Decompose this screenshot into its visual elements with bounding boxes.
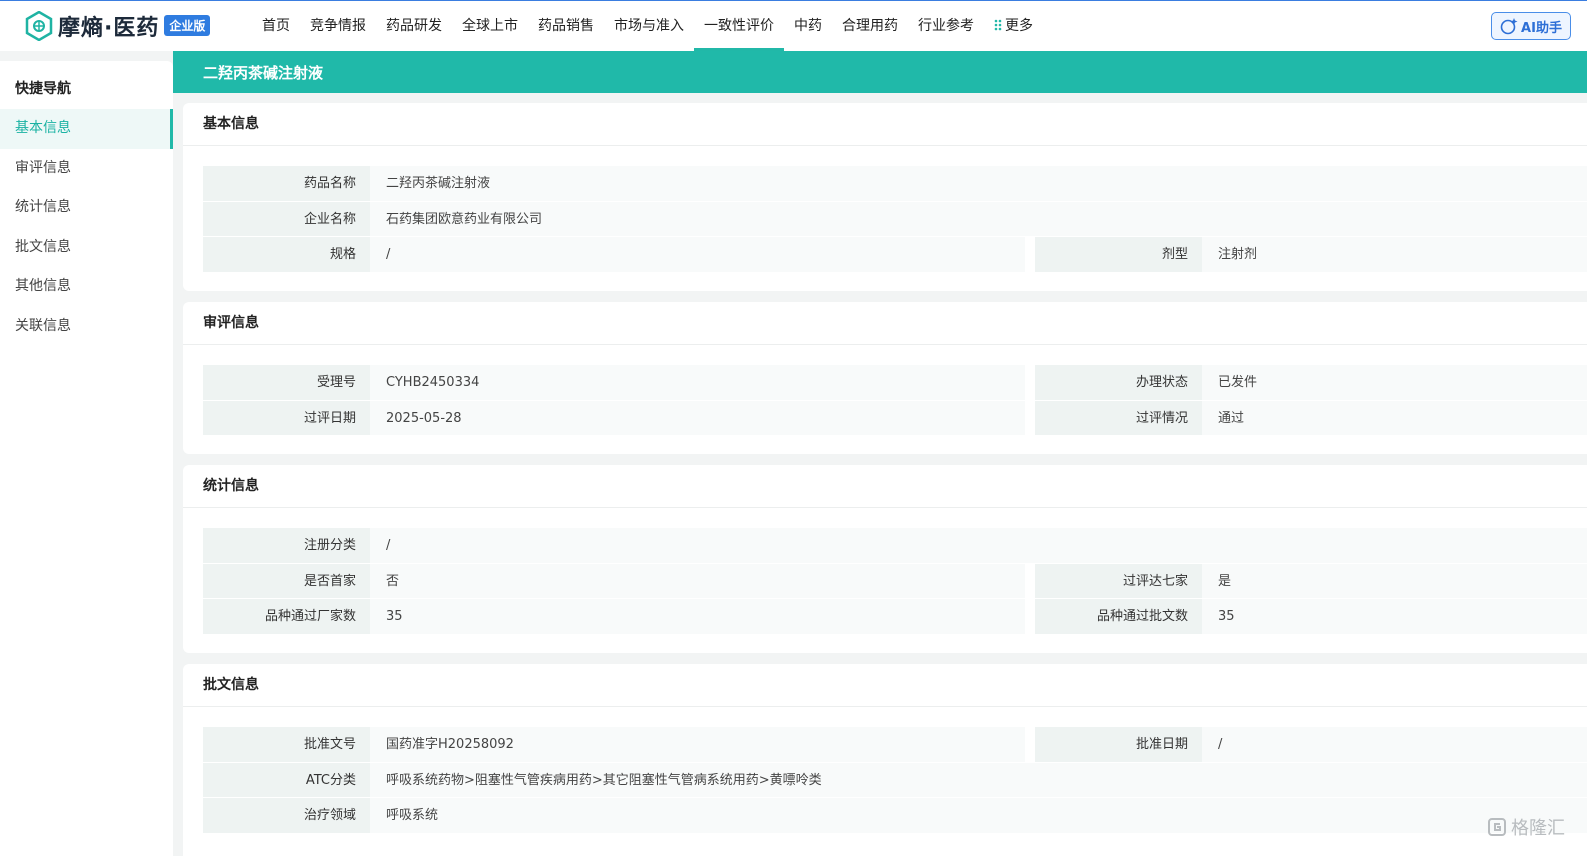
is-first-value: 否 — [370, 563, 1025, 599]
nav-item-market-access[interactable]: 市场与准入 — [604, 1, 694, 51]
sidebar-title: 快捷导航 — [15, 81, 71, 97]
edition-badge: 企业版 — [164, 14, 211, 36]
section-title: 批文信息 — [183, 664, 1587, 707]
review-date-value: 2025-05-28 — [370, 400, 1025, 436]
seven-makers-value: 是 — [1202, 563, 1587, 599]
nav-more-label: 更多 — [1005, 18, 1033, 34]
table-row: 规格 / 剂型 注射剂 — [203, 237, 1587, 273]
sidebar-item-other-info[interactable]: 其他信息 — [0, 267, 173, 307]
nav-item-consistency-evaluation[interactable]: 一致性评价 — [694, 1, 784, 51]
watermark-text: 格隆汇 — [1511, 818, 1565, 839]
stats-info-section: 统计信息 注册分类 / 是否首家 否 过评达七家 是 品种通过厂家数 35 品种… — [183, 465, 1587, 653]
atc-class-value: 呼吸系统药物>阻塞性气管疾病用药>其它阻塞性气管病系统用药>黄嘌呤类 — [370, 762, 1587, 798]
sidebar-item-related-info[interactable]: 关联信息 — [0, 307, 173, 347]
spec-value: / — [370, 237, 1025, 273]
field-label: 注册分类 — [203, 528, 370, 564]
field-label: 是否首家 — [203, 563, 370, 599]
field-label: 过评情况 — [1035, 400, 1202, 436]
field-label: 品种通过批文数 — [1035, 599, 1202, 635]
field-label: 品种通过厂家数 — [203, 599, 370, 635]
company-value: 石药集团欧意药业有限公司 — [370, 201, 1587, 237]
quick-nav-sidebar: 快捷导航 基本信息 审评信息 统计信息 批文信息 其他信息 关联信息 — [0, 61, 173, 856]
main-nav: 首页 竞争情报 药品研发 全球上市 药品销售 市场与准入 一致性评价 中药 合理… — [252, 1, 1043, 51]
nav-item-rational-use[interactable]: 合理用药 — [832, 1, 908, 51]
brand-logo[interactable]: 摩熵·医药 企业版 — [24, 9, 211, 43]
approval-number-value: 国药准字H20258092 — [370, 727, 1025, 763]
nav-item-industry-reference[interactable]: 行业参考 — [908, 1, 984, 51]
approval-count-value: 35 — [1202, 599, 1587, 635]
ai-assistant-button[interactable]: AI助手 — [1491, 12, 1571, 40]
grid-dots-icon — [994, 19, 1002, 31]
table-row: 品种通过厂家数 35 品种通过批文数 35 — [203, 599, 1587, 635]
table-row: 企业名称 石药集团欧意药业有限公司 — [203, 201, 1587, 237]
nav-item-more[interactable]: 更多 — [984, 1, 1043, 51]
field-label: 企业名称 — [203, 201, 370, 237]
field-label: ATC分类 — [203, 762, 370, 798]
table-row: 过评日期 2025-05-28 过评情况 通过 — [203, 400, 1587, 436]
nav-item-tcm[interactable]: 中药 — [784, 1, 832, 51]
table-row: 注册分类 / — [203, 528, 1587, 564]
field-label: 治疗领域 — [203, 798, 370, 834]
section-title: 审评信息 — [183, 302, 1587, 345]
review-info-section: 审评信息 受理号 CYHB2450334 办理状态 已发件 过评日期 2025-… — [183, 302, 1587, 454]
table-row: 受理号 CYHB2450334 办理状态 已发件 — [203, 365, 1587, 401]
sidebar-item-review-info[interactable]: 审评信息 — [0, 149, 173, 189]
ai-sparkle-icon — [1500, 18, 1518, 35]
watermark-logo-icon — [1488, 818, 1506, 836]
table-row: 是否首家 否 过评达七家 是 — [203, 563, 1587, 599]
field-label: 办理状态 — [1035, 365, 1202, 401]
field-label: 受理号 — [203, 365, 370, 401]
table-row: 药品名称 二羟丙茶碱注射液 — [203, 166, 1587, 202]
field-label: 过评达七家 — [1035, 563, 1202, 599]
basic-info-section: 基本信息 药品名称 二羟丙茶碱注射液 企业名称 石药集团欧意药业有限公司 规格 … — [183, 103, 1587, 291]
approval-info-section: 批文信息 批准文号 国药准字H20258092 批准日期 / ATC分类 呼吸系… — [183, 664, 1587, 856]
field-label: 剂型 — [1035, 237, 1202, 273]
field-label: 过评日期 — [203, 400, 370, 436]
maker-count-value: 35 — [370, 599, 1025, 635]
sidebar-item-approval-info[interactable]: 批文信息 — [0, 228, 173, 268]
table-row: ATC分类 呼吸系统药物>阻塞性气管疾病用药>其它阻塞性气管病系统用药>黄嘌呤类 — [203, 762, 1587, 798]
processing-status-value: 已发件 — [1202, 365, 1587, 401]
section-title: 基本信息 — [183, 103, 1587, 146]
table-row: 治疗领域 呼吸系统 — [203, 798, 1587, 834]
logo-icon — [25, 11, 53, 41]
ai-assistant-label: AI助手 — [1521, 20, 1562, 36]
section-title: 统计信息 — [183, 465, 1587, 508]
brand-name: 摩熵·医药 — [58, 16, 160, 41]
nav-item-sales[interactable]: 药品销售 — [528, 1, 604, 51]
watermark: 格隆汇 — [1487, 814, 1565, 840]
drug-name-value: 二羟丙茶碱注射液 — [370, 166, 1587, 202]
approval-date-value: / — [1202, 727, 1587, 763]
page-title: 二羟丙茶碱注射液 — [173, 51, 1587, 93]
nav-item-global-launch[interactable]: 全球上市 — [452, 1, 528, 51]
top-navigation-bar: 摩熵·医药 企业版 首页 竞争情报 药品研发 全球上市 药品销售 市场与准入 一… — [0, 0, 1587, 51]
dosage-form-value: 注射剂 — [1202, 237, 1587, 273]
therapeutic-area-value: 呼吸系统 — [370, 798, 1587, 834]
nav-item-research[interactable]: 药品研发 — [376, 1, 452, 51]
registration-class-value: / — [370, 528, 1587, 564]
field-label: 规格 — [203, 237, 370, 273]
review-result-value: 通过 — [1202, 400, 1587, 436]
nav-item-home[interactable]: 首页 — [252, 1, 300, 51]
field-label: 药品名称 — [203, 166, 370, 202]
field-label: 批准文号 — [203, 727, 370, 763]
table-row: 批准文号 国药准字H20258092 批准日期 / — [203, 727, 1587, 763]
acceptance-number-value: CYHB2450334 — [370, 365, 1025, 401]
sidebar-item-stats-info[interactable]: 统计信息 — [0, 188, 173, 228]
field-label: 批准日期 — [1035, 727, 1202, 763]
nav-item-competition[interactable]: 竞争情报 — [300, 1, 376, 51]
sidebar-item-basic-info[interactable]: 基本信息 — [0, 109, 173, 149]
